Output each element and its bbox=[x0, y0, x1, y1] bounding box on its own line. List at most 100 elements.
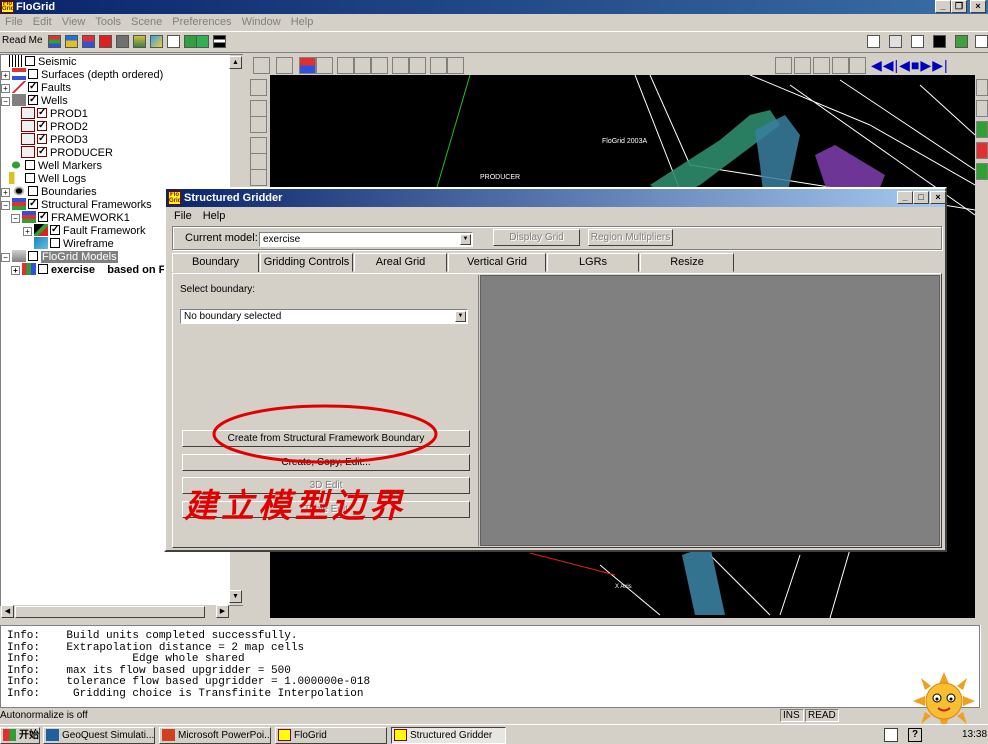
zscale-tool-icon[interactable] bbox=[447, 57, 464, 74]
scroll-left-icon[interactable]: ◀ bbox=[1, 605, 14, 618]
collapse-icon[interactable]: − bbox=[1, 253, 10, 262]
start-button[interactable]: 开始 bbox=[0, 727, 40, 744]
tree-item-prod3[interactable]: PROD3 bbox=[21, 132, 88, 146]
expand-icon[interactable]: + bbox=[11, 266, 20, 275]
vertical-exag-tool-icon[interactable] bbox=[430, 57, 447, 74]
marker-tool-icon[interactable] bbox=[116, 35, 129, 48]
tree-item-prod1[interactable]: PROD1 bbox=[21, 106, 88, 120]
right-tool-2-icon[interactable] bbox=[976, 100, 988, 117]
tree-checkbox[interactable] bbox=[37, 119, 47, 132]
collapse-icon[interactable]: − bbox=[1, 97, 10, 106]
grid-tool-icon[interactable] bbox=[167, 35, 180, 48]
tree-item-fault-framework[interactable]: + Fault Framework bbox=[23, 223, 146, 237]
right-tool-1-icon[interactable] bbox=[976, 79, 988, 96]
task-structured-gridder[interactable]: Structured Gridder bbox=[391, 727, 506, 744]
collapse-icon[interactable]: − bbox=[1, 201, 10, 210]
view-x-tool-icon[interactable] bbox=[775, 57, 792, 74]
tree-item-producer[interactable]: PRODUCER bbox=[21, 145, 113, 159]
chevron-down-icon[interactable]: ▼ bbox=[455, 311, 466, 322]
save-tool-icon[interactable] bbox=[911, 35, 924, 48]
right-tool-3-icon[interactable] bbox=[976, 121, 988, 138]
expand-icon[interactable]: + bbox=[1, 84, 10, 93]
tree-checkbox[interactable] bbox=[28, 93, 38, 106]
axes-tool-icon[interactable] bbox=[276, 57, 293, 74]
tab-gridding-controls[interactable]: Gridding Controls bbox=[260, 253, 353, 272]
menu-file[interactable]: File bbox=[0, 14, 28, 30]
tree-checkbox[interactable] bbox=[25, 160, 35, 170]
scroll-thumb[interactable] bbox=[15, 606, 205, 618]
tree-checkbox[interactable] bbox=[28, 251, 38, 261]
box-tool-icon[interactable] bbox=[392, 57, 409, 74]
minimize-icon[interactable]: _ bbox=[935, 0, 951, 13]
tab-vertical-grid[interactable]: Vertical Grid bbox=[448, 253, 546, 272]
tree-item-flogrid-models[interactable]: − FloGrid Models bbox=[1, 250, 118, 263]
dialog-close-icon[interactable]: × bbox=[930, 191, 946, 204]
grid-view-tool-icon[interactable] bbox=[316, 57, 333, 74]
tab-resize[interactable]: Resize bbox=[640, 253, 734, 272]
screen-tool-icon[interactable] bbox=[933, 35, 946, 48]
upscale-tool-icon[interactable] bbox=[196, 35, 209, 48]
tree-item-exercise[interactable]: + exercise based on FRA bbox=[11, 263, 181, 276]
info-log[interactable]: Info: Build units completed successfully… bbox=[0, 625, 980, 708]
menu-edit[interactable]: Edit bbox=[28, 14, 57, 30]
cube-tool-icon[interactable] bbox=[250, 137, 267, 154]
tree-item-prod2[interactable]: PROD2 bbox=[21, 119, 88, 133]
tree-checkbox[interactable] bbox=[37, 106, 47, 119]
dialog-menu-file[interactable]: File bbox=[168, 209, 197, 223]
menu-tools[interactable]: Tools bbox=[90, 14, 126, 30]
tab-lgrs[interactable]: LGRs bbox=[547, 253, 639, 272]
tree-item-well-logs[interactable]: Well Logs bbox=[9, 172, 86, 185]
pick-tool-icon[interactable] bbox=[337, 57, 354, 74]
play-icon[interactable]: ▶ bbox=[920, 57, 932, 73]
expand-icon[interactable]: + bbox=[1, 188, 10, 197]
tree-checkbox[interactable] bbox=[25, 56, 35, 66]
cube-shade-tool-icon[interactable] bbox=[250, 169, 267, 186]
view-iso-tool-icon[interactable] bbox=[832, 57, 849, 74]
dialog-maximize-icon[interactable]: □ bbox=[913, 191, 929, 204]
tree-checkbox[interactable] bbox=[38, 264, 48, 274]
tab-boundary[interactable]: Boundary bbox=[172, 253, 259, 272]
wells-tool-icon[interactable] bbox=[82, 35, 95, 48]
tree-checkbox[interactable] bbox=[25, 173, 35, 183]
tree-item-wireframe[interactable]: Wireframe bbox=[34, 237, 114, 250]
paint-tool-icon[interactable] bbox=[150, 35, 163, 48]
tree-checkbox[interactable] bbox=[28, 186, 38, 196]
tree-checkbox[interactable] bbox=[50, 223, 60, 236]
expand-icon[interactable]: + bbox=[1, 71, 10, 80]
surfaces-tool-icon[interactable] bbox=[48, 35, 61, 48]
tree-checkbox[interactable] bbox=[28, 80, 38, 93]
tree-checkbox[interactable] bbox=[38, 210, 48, 223]
tree-checkbox[interactable] bbox=[37, 132, 47, 145]
display-grid-button[interactable]: Display Grid bbox=[493, 229, 580, 246]
view-y-tool-icon[interactable] bbox=[794, 57, 811, 74]
orbit-tool-icon[interactable] bbox=[250, 100, 267, 117]
dialog-menu-help[interactable]: Help bbox=[197, 209, 231, 223]
faults-tool-icon[interactable] bbox=[99, 35, 112, 48]
current-model-select[interactable]: exercise ▼ bbox=[259, 232, 473, 247]
scroll-down-icon[interactable]: ▼ bbox=[229, 590, 242, 603]
view-z-tool-icon[interactable] bbox=[813, 57, 830, 74]
menu-view[interactable]: View bbox=[57, 14, 91, 30]
dialog-minimize-icon[interactable]: _ bbox=[897, 191, 913, 204]
playback-controls[interactable]: ◀◀|◀■▶▶|▶▶ bbox=[871, 56, 967, 91]
right-tool-4-icon[interactable] bbox=[976, 142, 988, 159]
rewind-icon[interactable]: ◀◀ bbox=[871, 57, 895, 73]
expand-icon[interactable]: + bbox=[23, 227, 32, 236]
menu-preferences[interactable]: Preferences bbox=[167, 14, 236, 30]
task-flogrid[interactable]: FloGrid bbox=[275, 727, 387, 744]
close-icon[interactable]: × bbox=[970, 0, 986, 13]
log-scrollbar[interactable] bbox=[980, 625, 988, 708]
tree-item-structural-frameworks[interactable]: − Structural Frameworks bbox=[1, 197, 152, 211]
help-tool-icon[interactable] bbox=[975, 35, 988, 48]
task-powerpoint[interactable]: Microsoft PowerPoi... bbox=[159, 727, 271, 744]
tray-ime-icon[interactable] bbox=[884, 728, 898, 742]
layers-tool-icon[interactable] bbox=[65, 35, 78, 48]
tree-tool-icon[interactable] bbox=[955, 35, 968, 48]
right-tool-5-icon[interactable] bbox=[976, 163, 988, 180]
rotate-tool-icon[interactable] bbox=[354, 57, 371, 74]
frame-tool-icon[interactable] bbox=[409, 57, 426, 74]
tree-item-surfaces[interactable]: + Surfaces (depth ordered) bbox=[1, 68, 163, 81]
tree-item-well-markers[interactable]: Well Markers bbox=[9, 159, 102, 172]
menu-scene[interactable]: Scene bbox=[126, 14, 167, 30]
tree-checkbox[interactable] bbox=[37, 145, 47, 158]
